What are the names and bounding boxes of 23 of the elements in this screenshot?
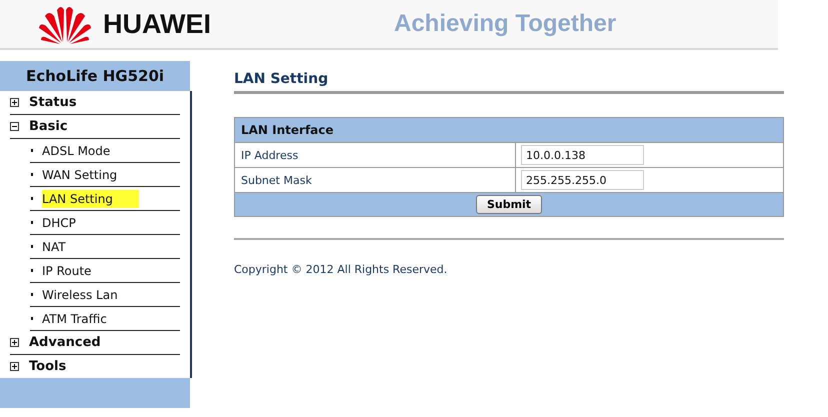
menu-item[interactable]: NAT bbox=[30, 235, 180, 259]
field-label: Subnet Mask bbox=[241, 174, 312, 186]
tagline: Achieving Together bbox=[394, 10, 616, 38]
menu-item[interactable]: ADSL Mode bbox=[30, 139, 180, 163]
menu-item[interactable]: ATM Traffic bbox=[30, 307, 180, 331]
brand-name: HUAWEI bbox=[103, 8, 211, 40]
menu-item[interactable]: Wireless Lan bbox=[30, 283, 180, 307]
menu-group[interactable]: Basic bbox=[10, 115, 180, 139]
field-label: IP Address bbox=[241, 148, 298, 162]
menu-group[interactable]: Advanced bbox=[10, 331, 180, 355]
flower-logo-icon bbox=[37, 4, 93, 44]
copyright-text: Copyright © 2012 All Rights Reserved. bbox=[234, 238, 784, 276]
device-title: EchoLife HG520i bbox=[0, 61, 190, 91]
input-field[interactable]: 10.0.0.138 bbox=[521, 145, 644, 165]
section-header: LAN Interface bbox=[235, 118, 783, 142]
menu-item[interactable]: LAN Setting bbox=[30, 187, 180, 211]
menu-group[interactable]: Status bbox=[10, 91, 180, 115]
input-field[interactable]: 255.255.255.0 bbox=[521, 170, 644, 190]
menu-item[interactable]: WAN Setting bbox=[30, 163, 180, 187]
menu-item[interactable]: IP Route bbox=[30, 259, 180, 283]
submit-button[interactable]: Submit bbox=[476, 195, 542, 214]
menu-item[interactable]: DHCP bbox=[30, 211, 180, 235]
page-title: LAN Setting bbox=[234, 63, 784, 94]
